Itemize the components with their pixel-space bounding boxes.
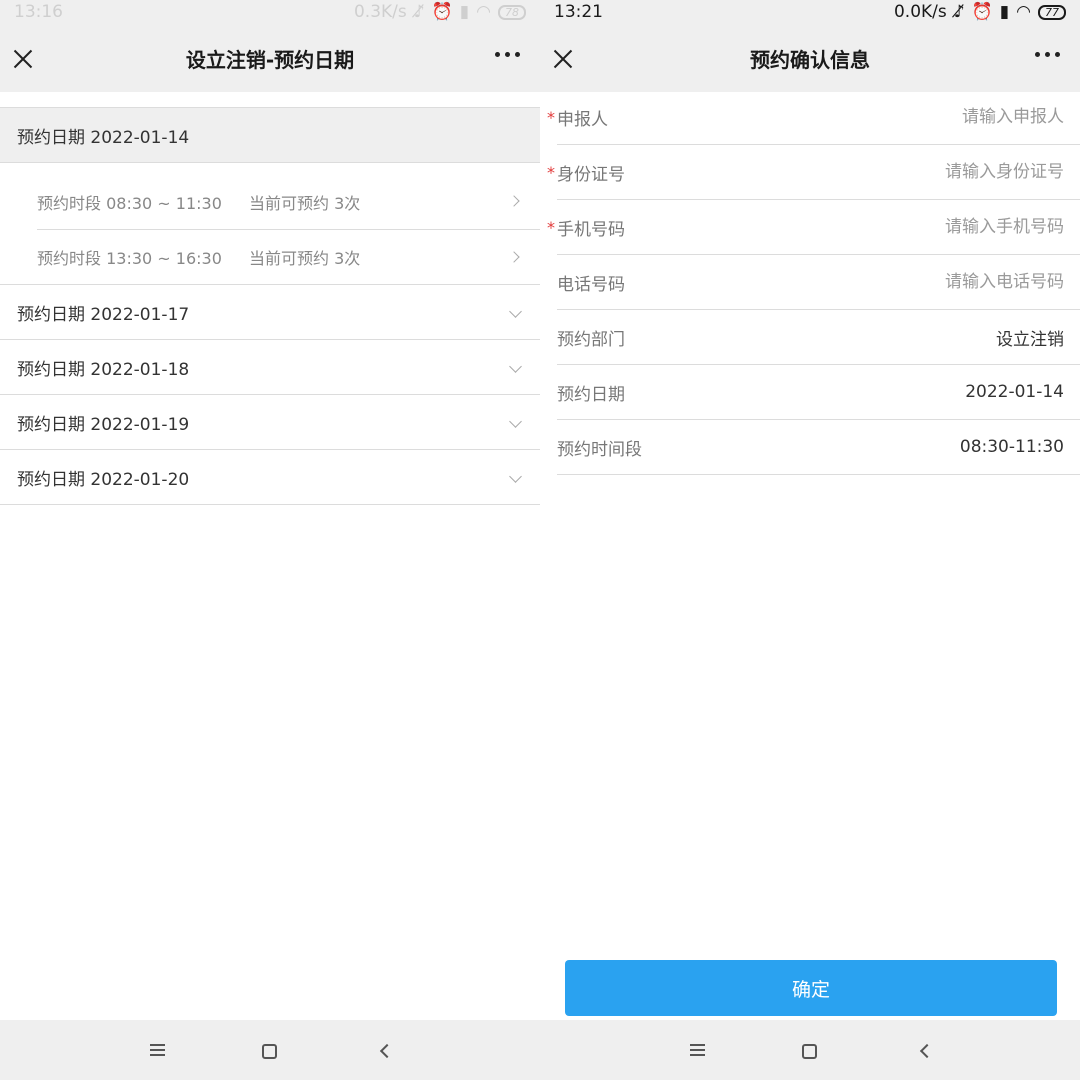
chevron-down-icon <box>509 415 522 428</box>
alarm-icon: ⏰ <box>431 2 453 22</box>
page-title: 设立注销-预约日期 <box>185 47 355 72</box>
signal-icon: ▮ <box>459 2 470 22</box>
chevron-down-icon <box>509 360 522 373</box>
date-label: 预约日期 2022-01-14 <box>17 127 190 148</box>
chevron-right-icon <box>508 195 520 207</box>
appointment-confirm-screen: 13:21 0.0K/s ♪̸ ⏰ ▮ ◠ 77 预约确认信息 * 申报人 * … <box>540 0 1080 1080</box>
system-nav-bar <box>540 1020 1080 1080</box>
slot-row[interactable]: 预约时段 08:30 ~ 11:30 当前可预约 3次 <box>37 174 540 229</box>
wifi-icon: ◠ <box>1016 2 1031 22</box>
more-dots-icon[interactable] <box>1035 52 1060 57</box>
confirm-form: * 申报人 * 身份证号 * 手机号码 电话号码 预约部门 设立注销 预约日期 … <box>540 90 1080 475</box>
slot-availability: 当前可预约 3次 <box>249 193 361 213</box>
id-number-label: 身份证号 <box>557 164 625 185</box>
mute-icon: ♪̸ <box>953 2 965 22</box>
home-icon[interactable] <box>262 1044 277 1059</box>
mobile-label: 手机号码 <box>557 219 625 240</box>
date-label: 预约日期 2022-01-19 <box>17 414 190 435</box>
date-row[interactable]: 预约日期 2022-01-18 <box>0 340 540 395</box>
confirm-button[interactable]: 确定 <box>565 960 1057 1016</box>
period-value: 08:30-11:30 <box>959 437 1064 457</box>
id-number-input[interactable] <box>764 162 1064 182</box>
applicant-input[interactable] <box>764 107 1064 127</box>
close-icon[interactable] <box>552 48 574 70</box>
page-title: 预约确认信息 <box>750 47 870 72</box>
id-number-row: * 身份证号 <box>547 145 1080 200</box>
wifi-icon: ◠ <box>476 2 491 22</box>
status-bar: 13:16 0.3K/s ♪̸ ⏰ ▮ ◠ 78 <box>0 0 540 24</box>
date-row: 预约日期 2022-01-14 <box>557 365 1080 420</box>
status-bar: 13:21 0.0K/s ♪̸ ⏰ ▮ ◠ 77 <box>540 0 1080 24</box>
back-icon[interactable] <box>379 1043 395 1059</box>
battery-icon: 77 <box>1038 4 1066 20</box>
department-row: 预约部门 设立注销 <box>557 310 1080 365</box>
home-icon[interactable] <box>802 1044 817 1059</box>
phone-input[interactable] <box>764 272 1064 292</box>
department-label: 预约部门 <box>557 329 625 350</box>
title-bar: 预约确认信息 <box>540 24 1080 92</box>
department-value: 设立注销 <box>996 329 1064 350</box>
chevron-down-icon <box>509 305 522 318</box>
date-row[interactable]: 预约日期 2022-01-19 <box>0 395 540 450</box>
chevron-right-icon <box>508 251 520 263</box>
network-speed: 0.3K/s <box>353 2 407 22</box>
applicant-row: * 申报人 <box>547 90 1080 145</box>
menu-icon[interactable] <box>690 1044 705 1056</box>
appointment-date-screen: 13:16 0.3K/s ♪̸ ⏰ ▮ ◠ 78 设立注销-预约日期 预约日期 … <box>0 0 540 1080</box>
required-mark: * <box>547 108 555 127</box>
status-icons: 0.0K/s ♪̸ ⏰ ▮ ◠ 77 <box>894 2 1066 22</box>
date-value: 2022-01-14 <box>965 382 1064 402</box>
date-label: 预约日期 <box>557 384 625 405</box>
required-mark: * <box>547 218 555 237</box>
date-label: 预约日期 2022-01-20 <box>17 469 190 490</box>
title-bar: 设立注销-预约日期 <box>0 24 540 92</box>
phone-row: 电话号码 <box>557 255 1080 310</box>
network-speed: 0.0K/s <box>893 2 947 22</box>
menu-icon[interactable] <box>150 1044 165 1056</box>
signal-icon: ▮ <box>999 2 1010 22</box>
mobile-input[interactable] <box>764 217 1064 237</box>
date-label: 预约日期 2022-01-18 <box>17 359 190 380</box>
date-list: 预约日期 2022-01-14 预约时段 08:30 ~ 11:30 当前可预约… <box>0 107 540 505</box>
period-label: 预约时间段 <box>557 439 642 460</box>
period-row: 预约时间段 08:30-11:30 <box>557 420 1080 475</box>
date-row-expanded[interactable]: 预约日期 2022-01-14 <box>0 108 540 163</box>
phone-label: 电话号码 <box>557 274 625 295</box>
date-row[interactable]: 预约日期 2022-01-20 <box>0 450 540 505</box>
back-icon[interactable] <box>919 1043 935 1059</box>
chevron-down-icon <box>509 470 522 483</box>
slot-time: 预约时段 08:30 ~ 11:30 <box>37 193 222 213</box>
status-icons: 0.3K/s ♪̸ ⏰ ▮ ◠ 78 <box>354 2 526 22</box>
applicant-label: 申报人 <box>557 109 608 130</box>
more-dots-icon[interactable] <box>495 52 520 57</box>
mobile-row: * 手机号码 <box>547 200 1080 255</box>
slot-list: 预约时段 08:30 ~ 11:30 当前可预约 3次 预约时段 13:30 ~… <box>0 163 540 285</box>
date-label: 预约日期 2022-01-17 <box>17 304 190 325</box>
battery-icon: 78 <box>498 4 526 20</box>
required-mark: * <box>547 163 555 182</box>
status-time: 13:21 <box>554 2 603 22</box>
alarm-icon: ⏰ <box>971 2 993 22</box>
close-icon[interactable] <box>12 48 34 70</box>
date-row[interactable]: 预约日期 2022-01-17 <box>0 285 540 340</box>
slot-time: 预约时段 13:30 ~ 16:30 <box>37 249 222 268</box>
mute-icon: ♪̸ <box>413 2 425 22</box>
slot-row[interactable]: 预约时段 13:30 ~ 16:30 当前可预约 3次 <box>37 229 540 284</box>
status-time: 13:16 <box>14 2 63 22</box>
system-nav-bar <box>0 1020 540 1080</box>
slot-availability: 当前可预约 3次 <box>249 249 361 268</box>
